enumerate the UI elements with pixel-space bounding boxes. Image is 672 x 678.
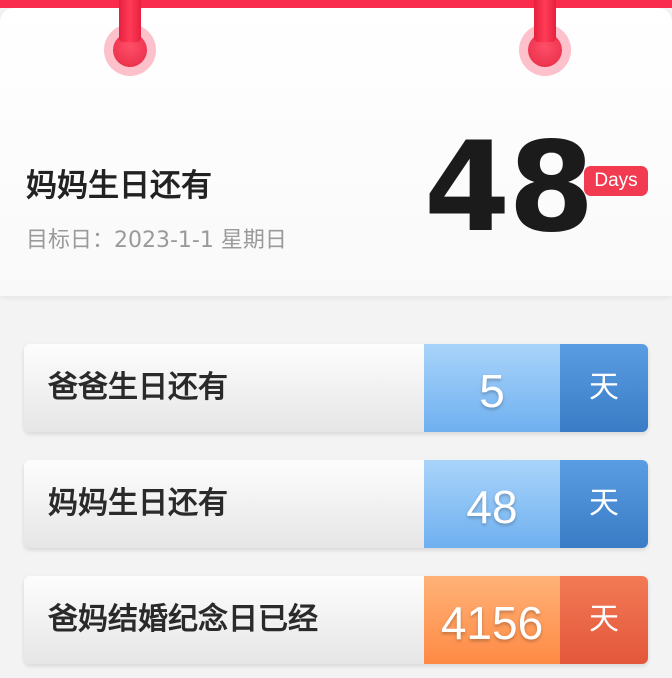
list-item[interactable]: 妈妈生日还有 48 天 <box>24 460 648 548</box>
event-days-unit: 天 <box>560 344 648 432</box>
event-days-count: 4156 <box>424 576 560 664</box>
calendar-binder-right-icon <box>534 0 556 42</box>
featured-days-count: 48 <box>424 116 595 260</box>
featured-countdown-card[interactable]: 妈妈生日还有 目标日：2023-1-1 星期日 48 Days <box>0 8 672 296</box>
event-title: 妈妈生日还有 <box>48 486 228 521</box>
list-item[interactable]: 爸妈结婚纪念日已经 4156 天 <box>24 576 648 664</box>
featured-event-title: 妈妈生日还有 <box>26 168 212 204</box>
event-title: 爸妈结婚纪念日已经 <box>48 602 318 637</box>
event-days-count: 48 <box>424 460 560 548</box>
featured-target-date: 目标日：2023-1-1 星期日 <box>26 228 287 253</box>
days-badge: Days <box>584 166 648 196</box>
event-days-unit: 天 <box>560 576 648 664</box>
event-days-count: 5 <box>424 344 560 432</box>
top-accent-bar <box>0 0 672 8</box>
calendar-binder-left-icon <box>119 0 141 42</box>
event-title: 爸爸生日还有 <box>48 370 228 405</box>
event-days-unit: 天 <box>560 460 648 548</box>
list-item[interactable]: 爸爸生日还有 5 天 <box>24 344 648 432</box>
